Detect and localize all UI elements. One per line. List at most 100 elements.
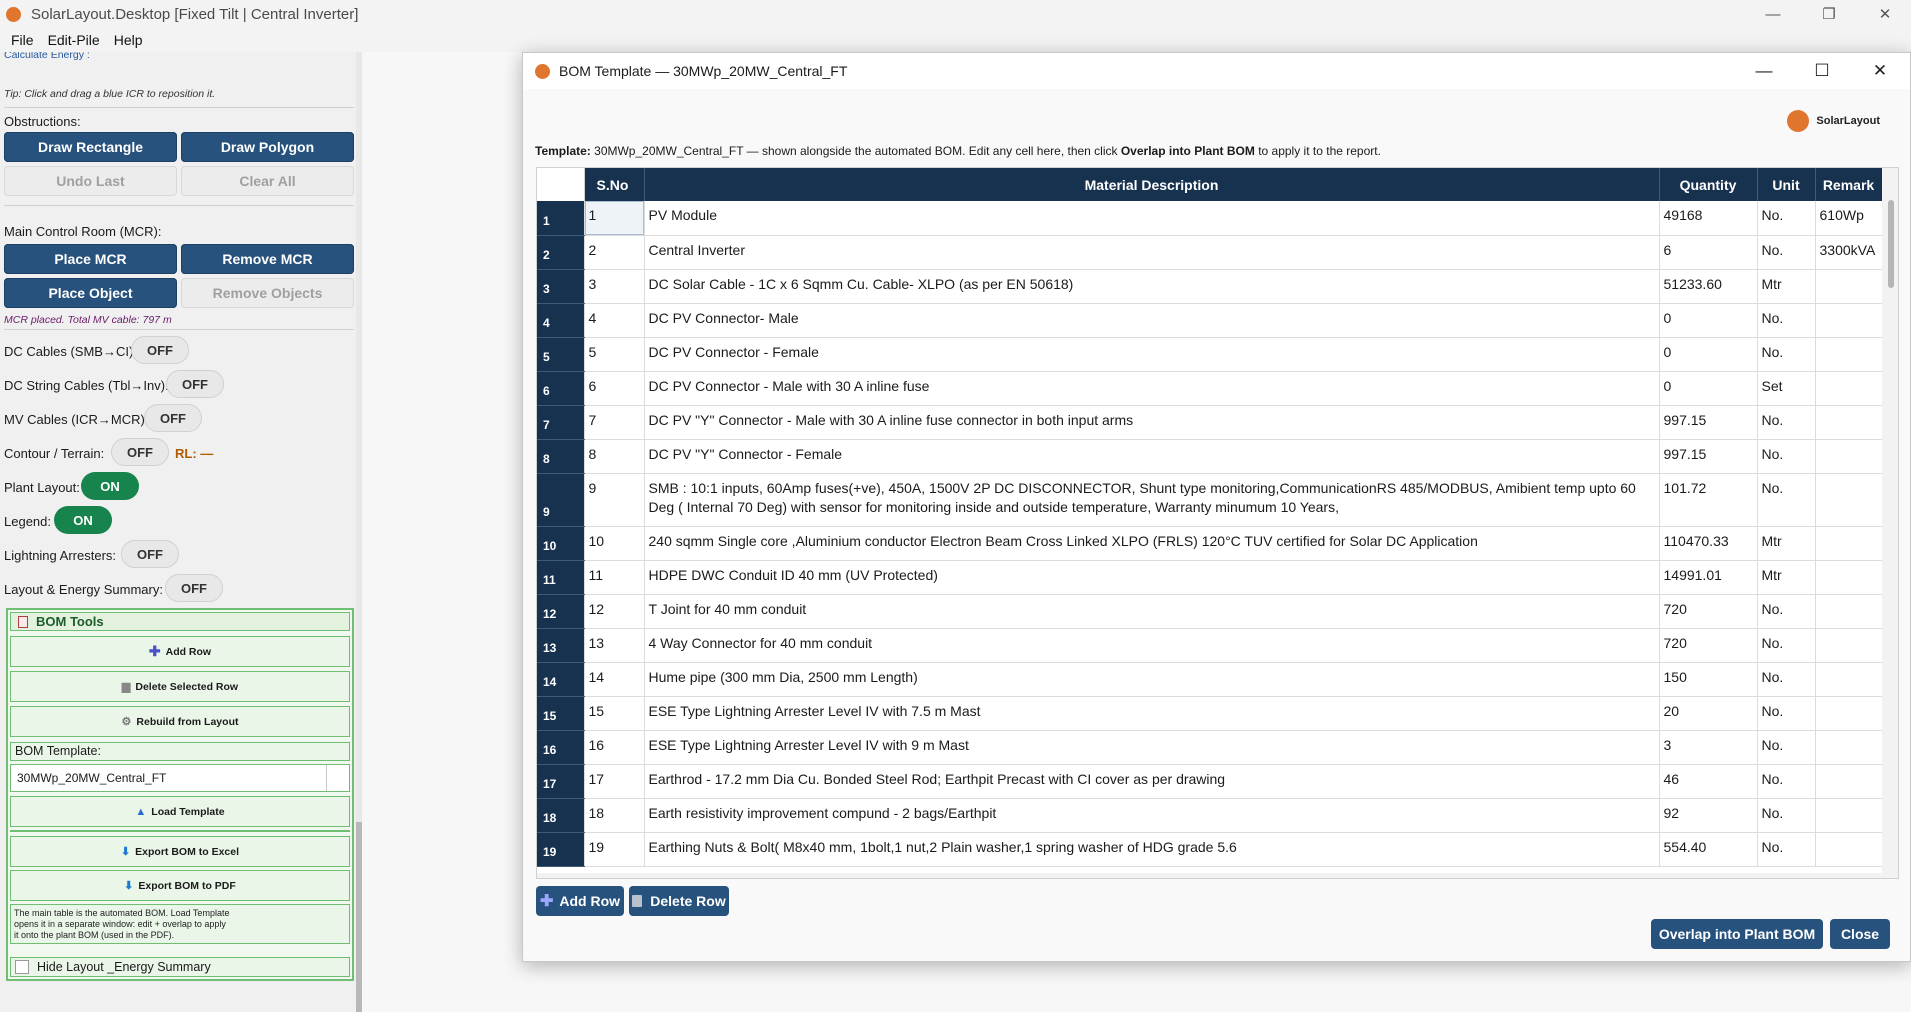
cell-quantity[interactable]: 0 bbox=[1659, 371, 1758, 406]
cell-quantity[interactable]: 720 bbox=[1659, 594, 1758, 629]
cell-sno[interactable]: 14 bbox=[584, 662, 645, 697]
table-row[interactable]: 16 16 ESE Type Lightning Arrester Level IV… bbox=[537, 730, 1883, 765]
row-header[interactable]: 12 bbox=[537, 594, 585, 629]
table-row[interactable]: 12 12 T Joint for 40 mm conduit 720 No. bbox=[537, 594, 1883, 629]
row-header[interactable]: 15 bbox=[537, 696, 585, 731]
cell-remark[interactable] bbox=[1815, 832, 1883, 867]
row-header[interactable]: 8 bbox=[537, 439, 585, 474]
row-header[interactable]: 10 bbox=[537, 526, 585, 561]
cell-quantity[interactable]: 101.72 bbox=[1659, 473, 1758, 527]
cell-unit[interactable]: No. bbox=[1757, 439, 1816, 474]
cell-quantity[interactable]: 0 bbox=[1659, 337, 1758, 372]
cell-sno[interactable]: 9 bbox=[584, 473, 645, 527]
cell-quantity[interactable]: 51233.60 bbox=[1659, 269, 1758, 304]
cell-material-description[interactable]: DC PV "Y" Connector - Male with 30 A inl… bbox=[644, 405, 1660, 440]
cell-sno[interactable]: 5 bbox=[584, 337, 645, 372]
close-button[interactable]: ✕ bbox=[1857, 0, 1911, 28]
cell-remark[interactable] bbox=[1815, 730, 1883, 765]
hide-summary-checkbox[interactable] bbox=[15, 960, 29, 974]
cell-unit[interactable]: No. bbox=[1757, 764, 1816, 799]
cell-unit[interactable]: No. bbox=[1757, 696, 1816, 731]
cell-unit[interactable]: No. bbox=[1757, 628, 1816, 663]
cell-material-description[interactable]: DC Solar Cable - 1C x 6 Sqmm Cu. Cable- … bbox=[644, 269, 1660, 304]
cell-unit[interactable]: No. bbox=[1757, 405, 1816, 440]
cell-sno[interactable]: 4 bbox=[584, 303, 645, 338]
cell-quantity[interactable]: 997.15 bbox=[1659, 439, 1758, 474]
cell-remark[interactable] bbox=[1815, 337, 1883, 372]
cell-quantity[interactable]: 110470.33 bbox=[1659, 526, 1758, 561]
row-header[interactable]: 1 bbox=[537, 201, 585, 236]
cell-remark[interactable] bbox=[1815, 594, 1883, 629]
toggle-lightning-arresters[interactable]: OFF bbox=[121, 540, 179, 568]
cell-quantity[interactable]: 49168 bbox=[1659, 201, 1758, 236]
row-header[interactable]: 17 bbox=[537, 764, 585, 799]
draw-rectangle-button[interactable]: Draw Rectangle bbox=[4, 132, 177, 162]
cell-unit[interactable]: No. bbox=[1757, 337, 1816, 372]
dialog-delete-row-button[interactable]: Delete Row bbox=[629, 886, 729, 916]
cell-unit[interactable]: Mtr bbox=[1757, 269, 1816, 304]
cell-material-description[interactable]: Hume pipe (300 mm Dia, 2500 mm Length) bbox=[644, 662, 1660, 697]
cell-material-description[interactable]: DC PV Connector - Female bbox=[644, 337, 1660, 372]
hide-summary-checkbox-row[interactable]: Hide Layout _Energy Summary bbox=[10, 957, 350, 977]
add-row-button[interactable]: ✚ Add Row bbox=[10, 636, 350, 667]
rebuild-from-layout-button[interactable]: ⚙ Rebuild from Layout bbox=[10, 706, 350, 737]
cell-sno[interactable]: 8 bbox=[584, 439, 645, 474]
dialog-minimize-button[interactable]: — bbox=[1735, 53, 1793, 89]
row-header[interactable]: 18 bbox=[537, 798, 585, 833]
cell-material-description[interactable]: DC PV Connector- Male bbox=[644, 303, 1660, 338]
cell-unit[interactable]: Mtr bbox=[1757, 526, 1816, 561]
maximize-button[interactable]: ❐ bbox=[1801, 0, 1857, 28]
table-row[interactable]: 3 3 DC Solar Cable - 1C x 6 Sqmm Cu. Cable… bbox=[537, 269, 1883, 304]
cell-quantity[interactable]: 150 bbox=[1659, 662, 1758, 697]
cell-sno[interactable]: 10 bbox=[584, 526, 645, 561]
column-header-material-description[interactable]: Material Description bbox=[644, 168, 1660, 201]
cell-sno[interactable]: 1 bbox=[584, 201, 645, 236]
cell-unit[interactable]: No. bbox=[1757, 832, 1816, 867]
cell-quantity[interactable]: 3 bbox=[1659, 730, 1758, 765]
cell-quantity[interactable]: 92 bbox=[1659, 798, 1758, 833]
cell-unit[interactable]: No. bbox=[1757, 730, 1816, 765]
table-row[interactable]: 17 17 Earthrod - 17.2 mm Dia Cu. Bonded St… bbox=[537, 764, 1883, 799]
cell-quantity[interactable]: 6 bbox=[1659, 235, 1758, 270]
column-header-unit[interactable]: Unit bbox=[1757, 168, 1816, 201]
table-row[interactable]: 13 13 4 Way Connector for 40 mm conduit 720… bbox=[537, 628, 1883, 663]
cell-material-description[interactable]: Earthrod - 17.2 mm Dia Cu. Bonded Steel … bbox=[644, 764, 1660, 799]
cell-material-description[interactable]: SMB : 10:1 inputs, 60Amp fuses(+ve), 450… bbox=[644, 473, 1660, 527]
cell-material-description[interactable]: Earthing Nuts & Bolt( M8x40 mm, 1bolt,1 … bbox=[644, 832, 1660, 867]
row-header[interactable]: 9 bbox=[537, 473, 585, 527]
cell-sno[interactable]: 6 bbox=[584, 371, 645, 406]
table-row[interactable]: 1 1 PV Module 49168 No. 610Wp bbox=[537, 201, 1883, 236]
row-header[interactable]: 5 bbox=[537, 337, 585, 372]
toggle-dc-cables[interactable]: OFF bbox=[131, 336, 189, 364]
toggle-contour-terrain[interactable]: OFF bbox=[111, 438, 169, 466]
row-header[interactable]: 19 bbox=[537, 832, 585, 867]
toggle-legend[interactable]: ON bbox=[54, 506, 112, 534]
cell-remark[interactable] bbox=[1815, 798, 1883, 833]
cell-remark[interactable] bbox=[1815, 764, 1883, 799]
chevron-down-icon[interactable] bbox=[326, 765, 349, 791]
dialog-close-button[interactable]: ✕ bbox=[1851, 53, 1909, 89]
cell-unit[interactable]: No. bbox=[1757, 303, 1816, 338]
bom-template-select[interactable]: 30MWp_20MW_Central_FT bbox=[10, 764, 350, 792]
cell-material-description[interactable]: ESE Type Lightning Arrester Level IV wit… bbox=[644, 696, 1660, 731]
row-header[interactable]: 16 bbox=[537, 730, 585, 765]
table-corner[interactable] bbox=[537, 168, 585, 201]
scrollbar-thumb[interactable] bbox=[1888, 200, 1894, 288]
cell-quantity[interactable]: 20 bbox=[1659, 696, 1758, 731]
cell-remark[interactable] bbox=[1815, 439, 1883, 474]
toggle-mv-cables[interactable]: OFF bbox=[144, 404, 202, 432]
cell-sno[interactable]: 17 bbox=[584, 764, 645, 799]
table-row[interactable]: 19 19 Earthing Nuts & Bolt( M8x40 mm, 1bol… bbox=[537, 832, 1883, 867]
cell-remark[interactable] bbox=[1815, 560, 1883, 595]
cell-remark[interactable] bbox=[1815, 405, 1883, 440]
cell-material-description[interactable]: ESE Type Lightning Arrester Level IV wit… bbox=[644, 730, 1660, 765]
table-row[interactable]: 4 4 DC PV Connector- Male 0 No. bbox=[537, 303, 1883, 338]
cell-sno[interactable]: 2 bbox=[584, 235, 645, 270]
draw-polygon-button[interactable]: Draw Polygon bbox=[181, 132, 354, 162]
cell-remark[interactable]: 3300kVA bbox=[1815, 235, 1883, 270]
cell-unit[interactable]: No. bbox=[1757, 473, 1816, 527]
cell-quantity[interactable]: 554.40 bbox=[1659, 832, 1758, 867]
toggle-layout-energy-summary[interactable]: OFF bbox=[165, 574, 223, 602]
cell-quantity[interactable]: 0 bbox=[1659, 303, 1758, 338]
table-row[interactable]: 7 7 DC PV "Y" Connector - Male with 30 A i… bbox=[537, 405, 1883, 440]
